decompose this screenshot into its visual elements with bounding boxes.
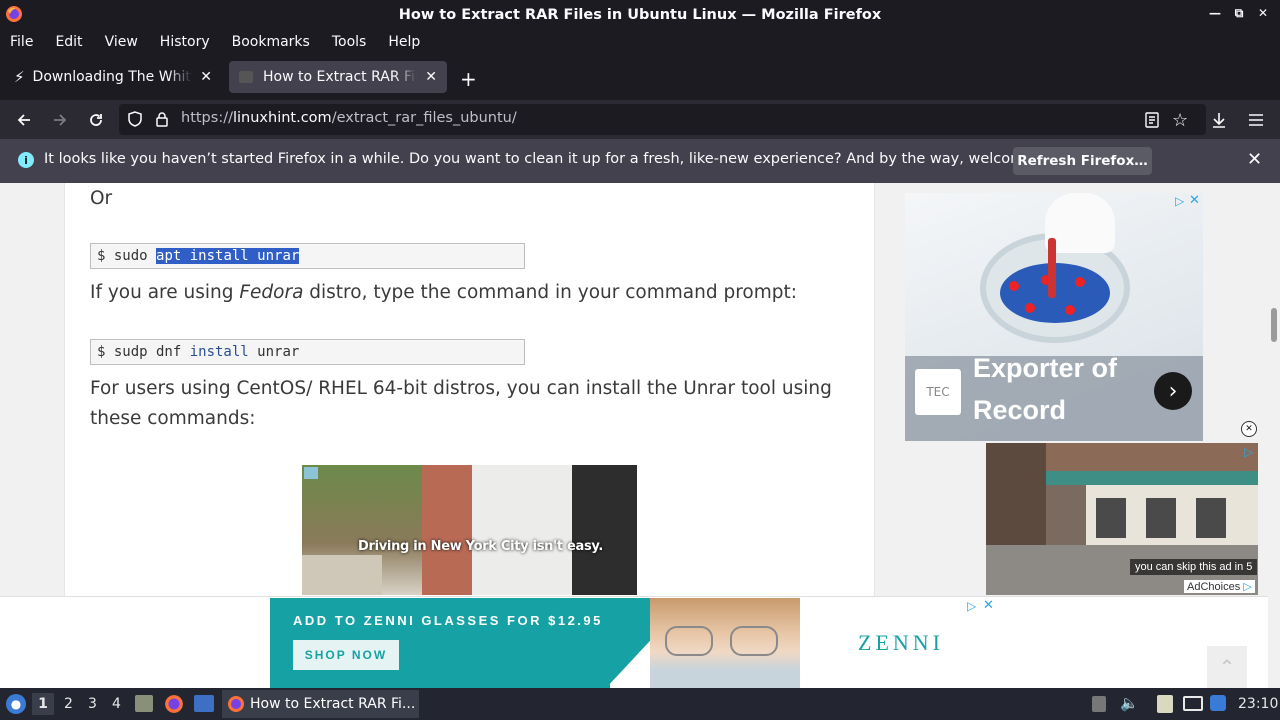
tab-title: Downloading The White House bbox=[32, 69, 193, 85]
menu-history[interactable]: History bbox=[160, 34, 210, 50]
display-icon[interactable] bbox=[1183, 696, 1203, 711]
close-icon[interactable]: ✕ bbox=[1256, 6, 1270, 20]
workspace-2[interactable]: 2 bbox=[64, 696, 73, 712]
firefox-launcher-icon[interactable] bbox=[164, 694, 184, 714]
taskbar-window-firefox[interactable]: How to Extract RAR Fi... bbox=[222, 690, 419, 718]
menu-edit[interactable]: Edit bbox=[55, 34, 82, 50]
menu-bookmarks[interactable]: Bookmarks bbox=[232, 34, 310, 50]
refresh-firefox-button[interactable]: Refresh Firefox… bbox=[1013, 147, 1152, 175]
tab-extract-rar[interactable]: How to Extract RAR Files in Ubuntu Linux… bbox=[229, 61, 447, 93]
menu-help[interactable]: Help bbox=[388, 34, 420, 50]
workspace-4[interactable]: 4 bbox=[112, 696, 121, 712]
info-icon: i bbox=[18, 152, 34, 168]
tab-bar: ⚡ Downloading The White House ✕ How to E… bbox=[0, 55, 1280, 100]
menu-bar: File Edit View History Bookmarks Tools H… bbox=[0, 29, 1280, 55]
clock: 23:10 bbox=[1238, 696, 1279, 712]
chevron-right-icon[interactable]: › bbox=[1154, 372, 1192, 410]
tray-notes-icon[interactable] bbox=[1092, 696, 1106, 712]
shop-now-button[interactable]: SHOP NOW bbox=[293, 640, 399, 670]
tab-close-icon[interactable]: ✕ bbox=[200, 69, 212, 85]
menu-tools[interactable]: Tools bbox=[332, 34, 367, 50]
firefox-icon bbox=[228, 696, 244, 712]
tec-logo: TEC bbox=[915, 369, 961, 415]
fedora-paragraph: If you are using Fedora distro, type the… bbox=[90, 282, 797, 303]
taskbar-window-title: How to Extract RAR Fi... bbox=[250, 696, 416, 712]
minimize-icon[interactable]: — bbox=[1208, 6, 1222, 20]
downloads-icon[interactable] bbox=[1208, 109, 1230, 131]
ad-close-icon[interactable]: ✕ bbox=[1189, 193, 1200, 208]
workspace-1[interactable]: 1 bbox=[32, 693, 54, 715]
ad-marker-icon bbox=[304, 467, 318, 479]
updates-icon[interactable] bbox=[1210, 695, 1226, 711]
bottom-zenni-ad[interactable]: ADD TO ZENNI GLASSES FOR $12.95 SHOP NOW… bbox=[270, 598, 998, 688]
system-taskbar: ● 1 2 3 4 How to Extract RAR Fi... 🔈 23:… bbox=[0, 688, 1280, 720]
or-text: Or bbox=[90, 188, 113, 209]
code-block-dnf[interactable]: $ sudp dnf install unrar bbox=[90, 339, 525, 365]
adchoices-icon: ▷ bbox=[1243, 581, 1252, 593]
centos-paragraph-line2: these commands: bbox=[90, 408, 256, 429]
menu-view[interactable]: View bbox=[105, 34, 138, 50]
window-title: How to Extract RAR Files in Ubuntu Linux… bbox=[398, 6, 882, 23]
start-menu-icon[interactable]: ● bbox=[6, 694, 26, 714]
window-titlebar: How to Extract RAR Files in Ubuntu Linux… bbox=[0, 0, 1280, 29]
side-ad-title-line1: Exporter of bbox=[973, 353, 1118, 383]
adchoices-label[interactable]: AdChoices ▷ bbox=[1184, 580, 1255, 593]
file-manager-icon[interactable] bbox=[135, 695, 153, 712]
video-caption: Driving in New York City isn't easy. bbox=[358, 539, 604, 554]
tab-title: How to Extract RAR Files in Ubuntu Linux bbox=[263, 69, 418, 85]
adchoices-icon[interactable]: ▷ bbox=[967, 599, 976, 613]
tab-close-icon[interactable]: ✕ bbox=[425, 69, 437, 85]
video-ad-player[interactable]: you can skip this ad in 5 AdChoices ▷ ▷ bbox=[986, 443, 1258, 595]
refresh-notification-bar: i It looks like you haven’t started Fire… bbox=[0, 139, 1280, 183]
terminal-icon[interactable] bbox=[194, 695, 214, 712]
new-tab-icon[interactable]: + bbox=[460, 67, 477, 91]
ad-close-icon[interactable]: ✕ bbox=[983, 598, 994, 613]
lock-icon[interactable] bbox=[155, 111, 169, 131]
page-scrollbar[interactable] bbox=[1268, 183, 1280, 688]
zenni-brand: ZENNI bbox=[858, 630, 944, 655]
tab-downloading[interactable]: ⚡ Downloading The White House ✕ bbox=[4, 61, 222, 93]
url-text[interactable]: https://linuxhint.com/extract_rar_files_… bbox=[181, 110, 517, 126]
restore-icon[interactable]: ⧉ bbox=[1232, 6, 1246, 20]
lightning-icon: ⚡ bbox=[14, 68, 25, 86]
zenni-headline: ADD TO ZENNI GLASSES FOR $12.95 bbox=[293, 613, 603, 628]
back-icon[interactable] bbox=[13, 109, 35, 131]
forward-icon[interactable] bbox=[49, 109, 71, 131]
menu-file[interactable]: File bbox=[10, 34, 33, 50]
scrollbar-thumb[interactable] bbox=[1271, 308, 1277, 342]
volume-icon[interactable]: 🔈 bbox=[1120, 694, 1139, 712]
reload-icon[interactable] bbox=[85, 109, 107, 131]
scroll-to-top-button[interactable]: ⌃ bbox=[1207, 646, 1247, 688]
centos-paragraph-line1: For users using CentOS/ RHEL 64-bit dist… bbox=[90, 378, 832, 399]
firefox-icon bbox=[6, 6, 22, 22]
bookmark-star-icon[interactable]: ☆ bbox=[1172, 110, 1188, 131]
adchoices-corner-icon[interactable]: ▷ bbox=[1244, 445, 1253, 459]
reader-view-icon[interactable] bbox=[1145, 112, 1159, 132]
side-ad-banner[interactable]: TEC Exporter of Record › ▷ ✕ bbox=[905, 193, 1203, 441]
hamburger-menu-icon[interactable] bbox=[1245, 109, 1267, 131]
skip-ad-text[interactable]: you can skip this ad in 5 bbox=[1130, 559, 1258, 575]
tracking-shield-icon[interactable] bbox=[128, 111, 142, 131]
side-ad-title-line2: Record bbox=[973, 395, 1067, 425]
url-bar[interactable]: https://linuxhint.com/extract_rar_files_… bbox=[119, 104, 1206, 135]
notification-message: It looks like you haven’t started Firefo… bbox=[44, 151, 1079, 167]
selected-text[interactable]: apt install unrar bbox=[156, 248, 300, 264]
inline-video-ad[interactable]: Driving in New York City isn't easy. bbox=[302, 465, 637, 595]
clipboard-icon[interactable] bbox=[1157, 695, 1173, 713]
code-block-apt[interactable]: $ sudo apt install unrar bbox=[90, 243, 525, 269]
adchoices-icon[interactable]: ▷ bbox=[1175, 194, 1184, 208]
site-favicon-icon bbox=[239, 71, 253, 83]
video-ad-close-icon[interactable]: ✕ bbox=[1241, 421, 1257, 437]
navigation-toolbar: https://linuxhint.com/extract_rar_files_… bbox=[0, 100, 1280, 139]
notification-close-icon[interactable]: ✕ bbox=[1247, 149, 1262, 170]
workspace-3[interactable]: 3 bbox=[88, 696, 97, 712]
